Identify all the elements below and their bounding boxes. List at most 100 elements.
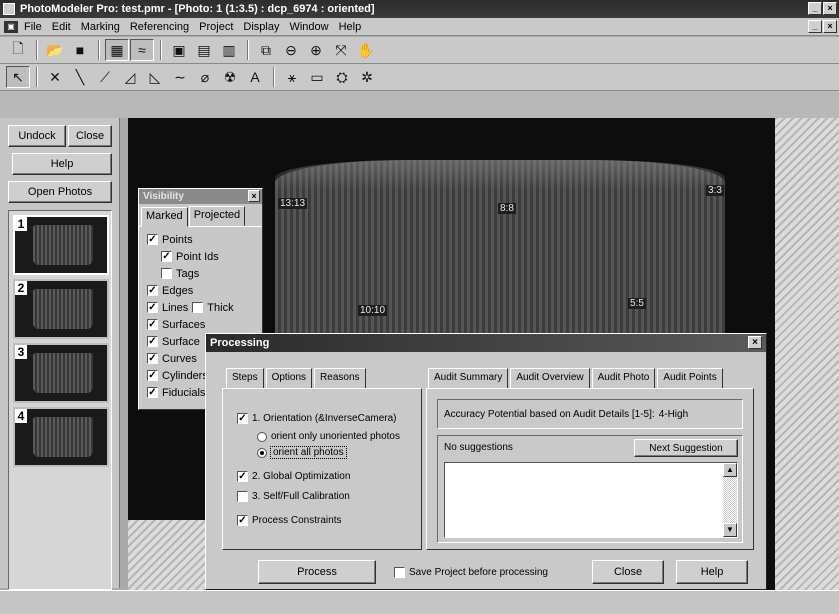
tab-audit-summary[interactable]: Audit Summary (428, 368, 509, 389)
tab-steps[interactable]: Steps (226, 368, 264, 389)
cylinders-checkbox[interactable]: ✓ (147, 370, 158, 381)
grid-view-icon[interactable]: ▦ (105, 39, 129, 61)
save-project-checkbox[interactable] (394, 567, 405, 578)
help-dialog-button[interactable]: Help (676, 560, 748, 584)
tab-projected[interactable]: Projected (188, 206, 246, 226)
open-photos-button[interactable]: Open Photos (8, 181, 112, 203)
suggestions-list[interactable]: ▲ ▼ (444, 462, 738, 538)
points-checkbox[interactable]: ✓ (147, 234, 158, 245)
point-label[interactable]: 8:8 (498, 203, 516, 214)
zoom-out-icon[interactable]: ⊖ (279, 39, 303, 61)
global-optimization-checkbox[interactable]: ✓ (237, 471, 248, 482)
orientation-checkbox[interactable]: ✓ (237, 413, 248, 424)
delete-mark-icon[interactable]: ✲ (355, 66, 379, 88)
tab-audit-points[interactable]: Audit Points (657, 368, 723, 389)
restore-button[interactable]: × (823, 2, 837, 15)
save-project-label: Save Project before processing (409, 567, 548, 578)
point-label[interactable]: 10:10 (358, 305, 388, 316)
surface-label: Surface (162, 335, 200, 348)
suggestions-scrollbar[interactable]: ▲ ▼ (723, 463, 737, 537)
scroll-up-icon[interactable]: ▲ (723, 463, 737, 477)
menu-edit[interactable]: Edit (52, 18, 77, 35)
point-label[interactable]: 13:13 (278, 198, 308, 209)
close-panel-button[interactable]: Close (68, 125, 112, 147)
pan-hand-icon[interactable]: ✋ (354, 39, 378, 61)
close-button[interactable]: Close (592, 560, 664, 584)
menu-window[interactable]: Window (289, 18, 334, 35)
drive-by-icon[interactable]: ⛭ (330, 66, 354, 88)
3d-viewer-icon[interactable]: ⧉ (254, 39, 278, 61)
menu-help[interactable]: Help (339, 18, 368, 35)
tab-options[interactable]: Options (265, 368, 313, 389)
image-view-icon[interactable]: ≈ (130, 39, 154, 61)
tab-marked[interactable]: Marked (141, 207, 188, 227)
tab-audit-photo[interactable]: Audit Photo (591, 368, 656, 389)
tab-reasons[interactable]: Reasons (314, 368, 366, 389)
fiducials-checkbox[interactable]: ✓ (147, 387, 158, 398)
point-label[interactable]: 5:5 (628, 298, 646, 309)
orient-unoriented-radio[interactable] (257, 431, 267, 442)
thick-checkbox[interactable] (192, 302, 204, 313)
photo-table-icon[interactable]: ▣ (167, 39, 191, 61)
scroll-down-icon[interactable]: ▼ (723, 523, 737, 537)
mark-path-icon[interactable]: ◺ (143, 66, 167, 88)
photo-tabs-strip (0, 91, 839, 118)
calibration-checkbox[interactable] (237, 491, 248, 502)
zoom-in-icon[interactable]: ⊕ (304, 39, 328, 61)
photo-image (33, 289, 93, 329)
lines-checkbox[interactable]: ✓ (147, 302, 158, 313)
menu-marking[interactable]: Marking (81, 18, 126, 35)
doc-minimize-button[interactable]: _ (808, 20, 822, 33)
sub-pixel-target-icon[interactable]: ☢ (218, 66, 242, 88)
point-label[interactable]: 3:3 (706, 185, 724, 196)
mark-cylinder-icon[interactable]: ⌀ (193, 66, 217, 88)
save-icon[interactable]: ■ (68, 39, 92, 61)
status-bar (0, 590, 839, 614)
edges-checkbox[interactable]: ✓ (147, 285, 158, 296)
photo-thumbnail[interactable]: 2 (13, 279, 109, 339)
menu-project[interactable]: Project (199, 18, 239, 35)
menu-display[interactable]: Display (243, 18, 285, 35)
document-menu-icon[interactable]: ▣ (4, 21, 18, 33)
select-pointer-icon[interactable]: ↖ (6, 66, 30, 88)
thumbnail-list: 1 2 3 4 (8, 210, 112, 590)
zoom-fit-icon[interactable]: ⤧ (329, 39, 353, 61)
new-file-icon[interactable]: 🗋 (6, 39, 30, 61)
menu-referencing[interactable]: Referencing (130, 18, 195, 35)
thick-label: Thick (207, 301, 234, 314)
photo-thumbnail[interactable]: 3 (13, 343, 109, 403)
menu-file[interactable]: File (24, 18, 48, 35)
doc-restore-button[interactable]: × (823, 20, 837, 33)
minimize-button[interactable]: _ (808, 2, 822, 15)
mark-line-icon[interactable]: ╲ (68, 66, 92, 88)
processing-close-icon[interactable]: × (748, 336, 762, 349)
main-toolbar: 🗋 📂 ■ ▦ ≈ ▣ ▤ ▥ ⧉ ⊖ ⊕ ⤧ ✋ (0, 37, 839, 64)
photo-number: 4 (15, 409, 27, 423)
mark-surface-icon[interactable]: ◿ (118, 66, 142, 88)
process-constraints-checkbox[interactable]: ✓ (237, 515, 248, 526)
mark-edge-icon[interactable]: ⟋ (93, 66, 117, 88)
point-table-icon[interactable]: ▤ (192, 39, 216, 61)
orient-all-radio[interactable] (257, 447, 267, 458)
next-suggestion-button[interactable]: Next Suggestion (634, 439, 738, 457)
mark-text-icon[interactable]: A (243, 66, 267, 88)
process-button[interactable]: Process (258, 560, 376, 584)
mark-curve-icon[interactable]: ∼ (168, 66, 192, 88)
visibility-close-button[interactable]: × (248, 190, 260, 202)
tags-checkbox[interactable] (161, 268, 172, 279)
photo-thumbnail[interactable]: 4 (13, 407, 109, 467)
photo-thumbnail[interactable]: 1 (13, 215, 109, 275)
tape-measure-icon[interactable]: ▭ (305, 66, 329, 88)
open-folder-icon[interactable]: 📂 (43, 39, 67, 61)
surfaces-checkbox[interactable]: ✓ (147, 319, 158, 330)
curves-checkbox[interactable]: ✓ (147, 353, 158, 364)
camera-icon[interactable]: ▥ (217, 39, 241, 61)
surface-checkbox[interactable]: ✓ (147, 336, 158, 347)
tab-audit-overview[interactable]: Audit Overview (510, 368, 590, 389)
point-ids-checkbox[interactable]: ✓ (161, 251, 172, 262)
help-button[interactable]: Help (12, 153, 112, 175)
undock-button[interactable]: Undock (8, 125, 66, 147)
marking-toolbar: ↖ ✕ ╲ ⟋ ◿ ◺ ∼ ⌀ ☢ A ⚹ ▭ ⛭ ✲ (0, 64, 839, 91)
reference-icon[interactable]: ⚹ (280, 66, 304, 88)
mark-point-icon[interactable]: ✕ (43, 66, 67, 88)
